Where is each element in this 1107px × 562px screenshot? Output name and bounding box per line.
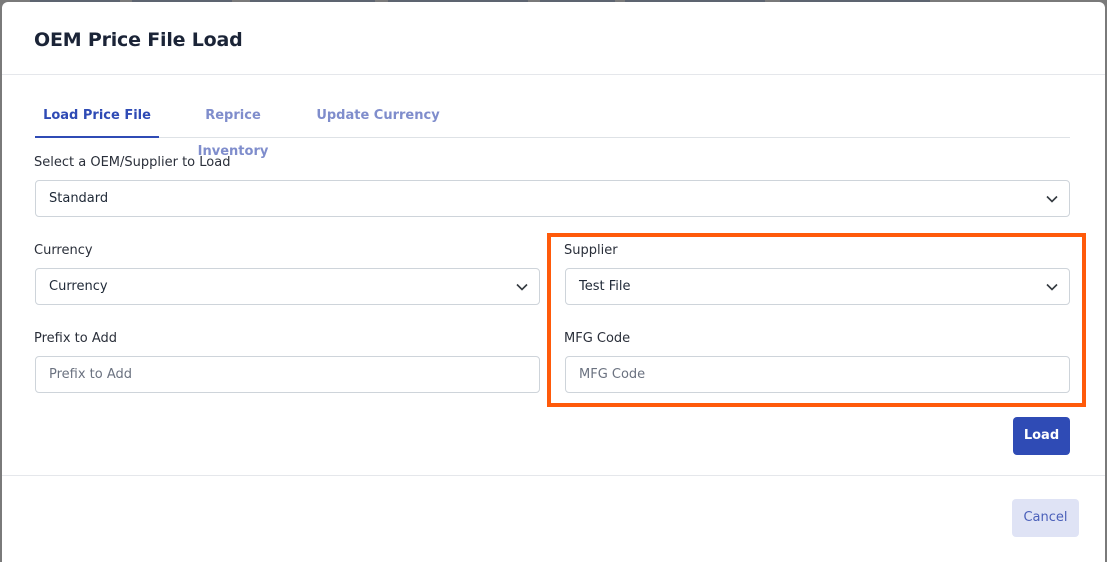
oem-supplier-select[interactable]: Standard bbox=[35, 180, 1070, 217]
chevron-down-icon bbox=[1046, 195, 1058, 203]
oem-supplier-label: Select a OEM/Supplier to Load bbox=[34, 155, 231, 170]
currency-value: Currency bbox=[49, 279, 108, 294]
chevron-down-icon bbox=[516, 283, 528, 291]
modal-title: OEM Price File Load bbox=[34, 29, 243, 51]
highlight-box bbox=[547, 233, 1086, 407]
tab-update-currency[interactable]: Update Currency bbox=[315, 98, 441, 136]
currency-label: Currency bbox=[34, 243, 93, 258]
modal-header: OEM Price File Load bbox=[2, 2, 1105, 75]
prefix-input[interactable]: Prefix to Add bbox=[35, 356, 540, 393]
tab-reprice-inventory[interactable]: Reprice Inventory bbox=[169, 98, 297, 159]
load-button[interactable]: Load bbox=[1013, 417, 1070, 455]
cancel-button[interactable]: Cancel bbox=[1012, 499, 1079, 537]
tab-load-price-file[interactable]: Load Price File bbox=[35, 98, 159, 138]
prefix-label: Prefix to Add bbox=[34, 331, 118, 346]
footer-divider bbox=[2, 475, 1105, 476]
oem-supplier-value: Standard bbox=[49, 191, 109, 206]
tab-bar: Load Price File Reprice Inventory Update… bbox=[35, 98, 1070, 159]
currency-select[interactable]: Currency bbox=[35, 268, 540, 305]
